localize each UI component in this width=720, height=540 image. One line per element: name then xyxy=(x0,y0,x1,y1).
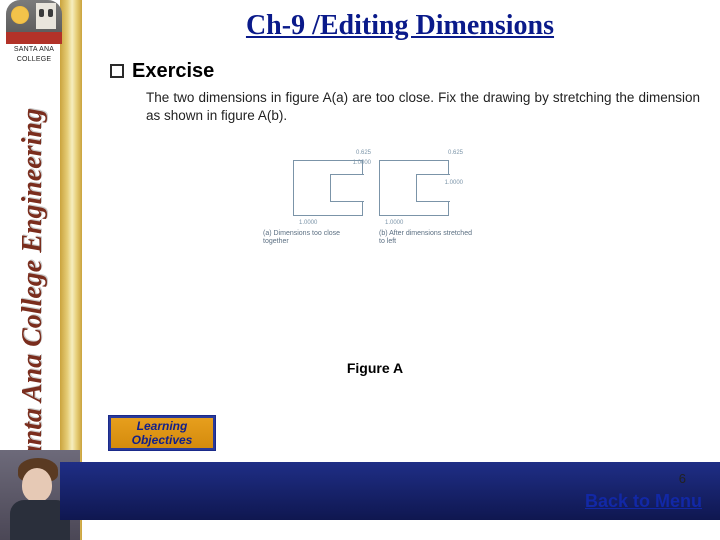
figure-label: Figure A xyxy=(200,360,550,376)
figure-a-caption: (a) Dimensions too close together xyxy=(263,230,363,247)
diagram-container: 0.625 1.0000 1.0000 0.625 1.0000 1.0000 … xyxy=(256,160,486,247)
college-logo: SANTA ANA COLLEGE xyxy=(6,0,62,70)
square-bullet-icon xyxy=(110,64,124,78)
sun-icon xyxy=(11,6,29,24)
slide: SANTA ANA COLLEGE Santa Ana College Engi… xyxy=(0,0,720,540)
figure-b-dim3: 1.0000 xyxy=(385,220,403,226)
back-to-menu-link[interactable]: Back to Menu xyxy=(585,491,702,512)
figure-b-caption: (b) After dimensions stretched to left xyxy=(379,230,479,247)
learning-objectives-label: Learning Objectives xyxy=(109,419,215,448)
logo-text-line2: COLLEGE xyxy=(6,56,62,64)
learning-objectives-button[interactable]: Learning Objectives xyxy=(108,415,216,451)
figure-a-notch xyxy=(330,174,364,202)
slide-title: Ch-9 /Editing Dimensions xyxy=(246,10,554,41)
figure-b-dim2: 1.0000 xyxy=(445,180,463,186)
page-number: 6 xyxy=(679,471,686,486)
vertical-title: Santa Ana College Engineering xyxy=(17,108,48,475)
bullet-row: Exercise xyxy=(110,60,700,83)
diagram-captions: (a) Dimensions too close together (b) Af… xyxy=(256,230,486,247)
tower-icon xyxy=(36,3,56,29)
figure-a-dim3: 1.0000 xyxy=(299,220,317,226)
slide-title-container: Ch-9 /Editing Dimensions xyxy=(150,10,650,42)
figure-b-notch xyxy=(416,174,450,202)
body-text: The two dimensions in figure A(a) are to… xyxy=(146,89,700,125)
figure-b-dim1: 0.625 xyxy=(448,150,463,156)
photo-head xyxy=(22,468,52,502)
figure-a-shape: 0.625 1.0000 1.0000 xyxy=(293,160,363,216)
logo-graphic xyxy=(6,0,62,32)
figure-a-dim2: 1.0000 xyxy=(353,160,371,166)
diagram-row: 0.625 1.0000 1.0000 0.625 1.0000 1.0000 xyxy=(256,160,486,216)
figure-b-shape: 0.625 1.0000 1.0000 xyxy=(379,160,449,216)
logo-bar xyxy=(6,32,62,44)
logo-text-line1: SANTA ANA xyxy=(6,46,62,54)
figure-a-dim1: 0.625 xyxy=(356,150,371,156)
bullet-heading: Exercise xyxy=(132,60,214,83)
left-column: SANTA ANA COLLEGE Santa Ana College Engi… xyxy=(0,0,82,540)
content-area: Exercise The two dimensions in figure A(… xyxy=(110,60,700,125)
vertical-title-container: Santa Ana College Engineering xyxy=(17,115,79,475)
